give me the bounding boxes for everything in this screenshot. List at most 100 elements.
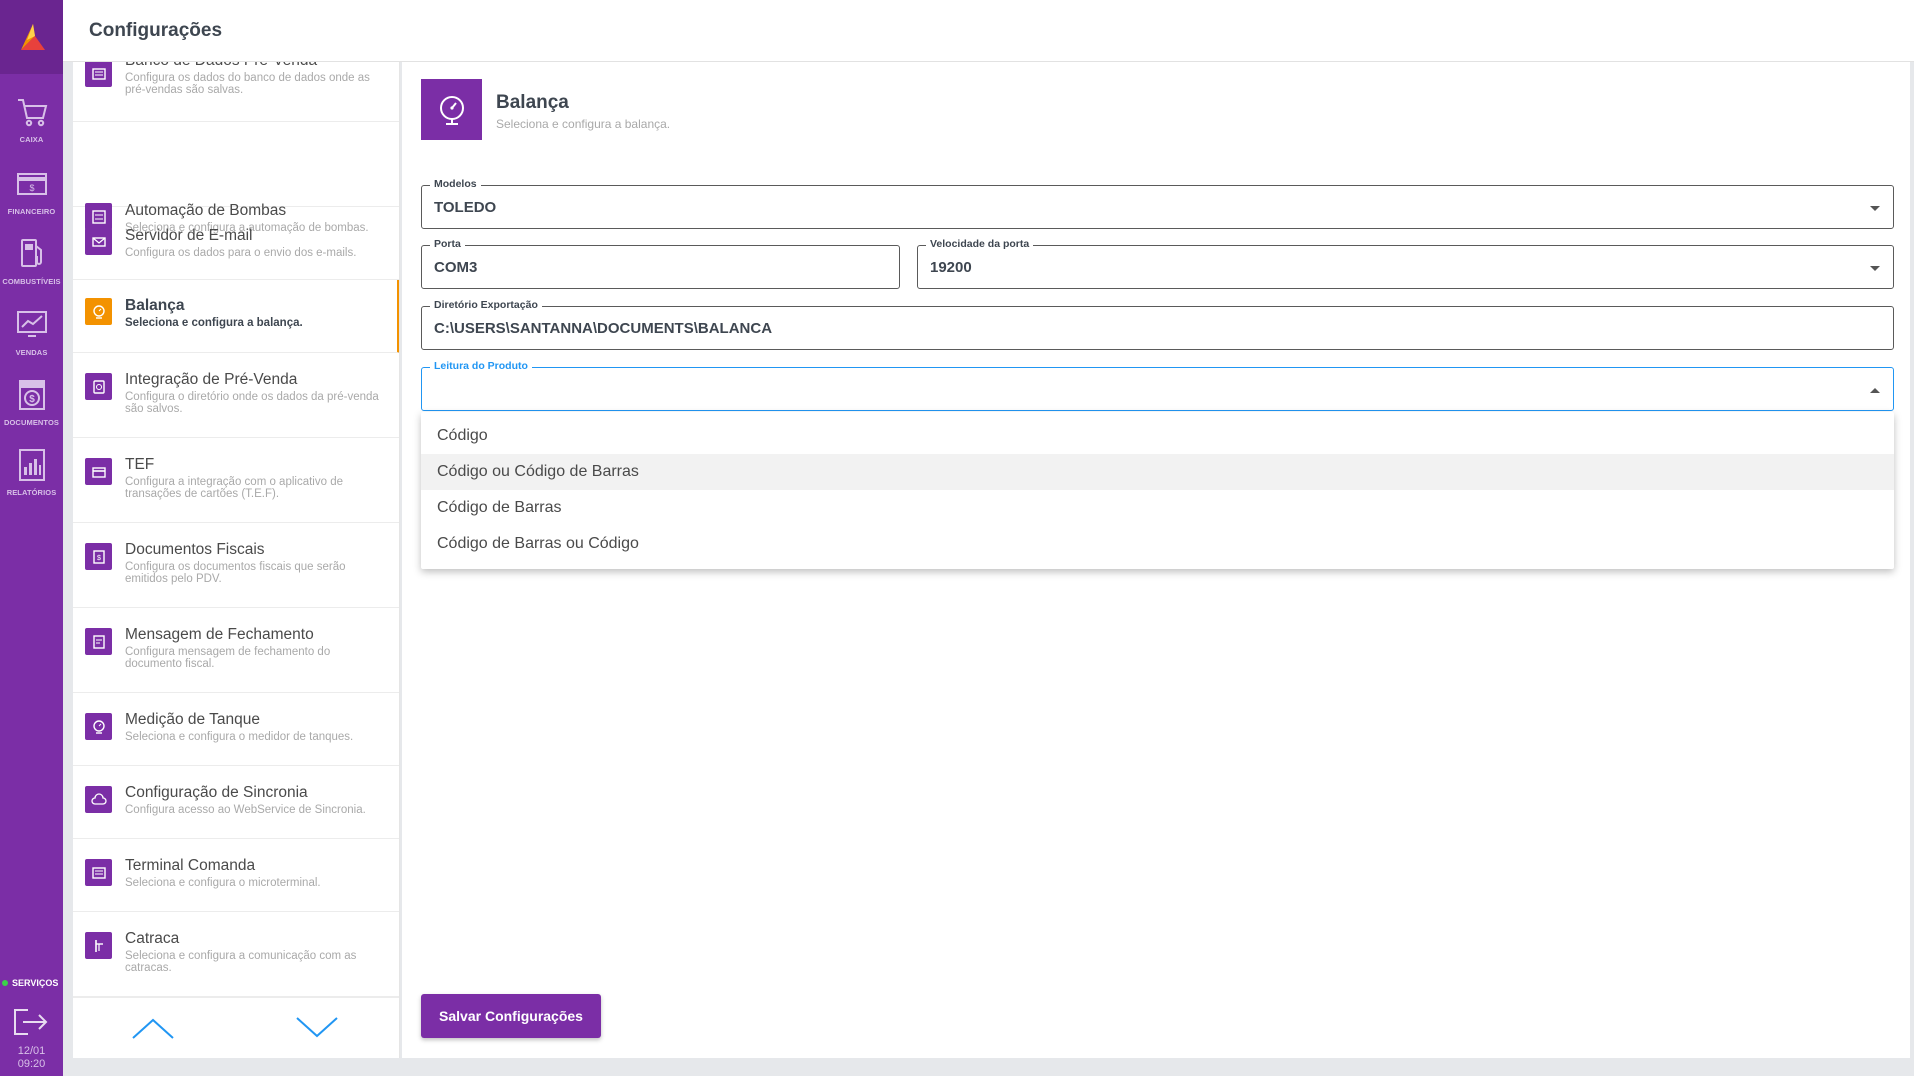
leitura-label: Leitura do Produto: [430, 360, 532, 372]
fiscal-document-icon: $: [85, 543, 112, 570]
dropdown-option[interactable]: Código ou Código de Barras: [421, 454, 1894, 490]
rail-item-documentos[interactable]: $ DOCUMENTOS: [0, 371, 63, 437]
leitura-produto-dropdown: Código Código ou Código de Barras Código…: [421, 412, 1894, 569]
sidebar-item-terminal-comanda[interactable]: Terminal Comanda Seleciona e configura o…: [73, 839, 399, 912]
terminal-icon: [85, 859, 112, 886]
sidebar-item-title: Mensagem de Fechamento: [125, 626, 314, 643]
sidebar-item-title: Servidor de E-mail: [125, 227, 253, 244]
tank-gauge-icon: [85, 713, 112, 740]
diretorio-exportacao-field[interactable]: Diretório Exportação C:\USERS\SANTANNA\D…: [421, 299, 1894, 350]
velocidade-label: Velocidade da porta: [926, 238, 1034, 250]
services-status[interactable]: SERVIÇOS: [2, 978, 58, 988]
porta-value: COM3: [434, 259, 478, 276]
sidebar-item-balanca[interactable]: Balança Seleciona e configura a balança.: [73, 280, 399, 353]
time-text: 09:20: [17, 1058, 46, 1070]
documents-icon: $: [18, 380, 45, 410]
email-icon: [85, 228, 112, 255]
page-title: Configurações: [89, 20, 223, 41]
leitura-produto-select[interactable]: Leitura do Produto: [421, 360, 1894, 411]
modelos-label: Modelos: [430, 178, 481, 190]
porta-field[interactable]: Porta COM3: [421, 238, 900, 289]
database-icon: [85, 62, 112, 87]
logo-icon: [20, 24, 45, 50]
sidebar-item-desc: Configura acesso ao WebService de Sincro…: [125, 804, 366, 816]
modelos-value: TOLEDO: [434, 199, 497, 216]
chevron-down-icon[interactable]: [295, 1016, 339, 1040]
app-logo[interactable]: [0, 0, 63, 74]
sidebar-item-medicao-tanque[interactable]: Medição de Tanque Seleciona e configura …: [73, 693, 399, 766]
sidebar-item-title: Terminal Comanda: [125, 857, 256, 874]
rail-item-label: FINANCEIRO: [7, 207, 56, 216]
message-document-icon: [85, 628, 112, 655]
diretorio-label: Diretório Exportação: [430, 299, 542, 311]
caret-down-icon: [1870, 206, 1880, 211]
cart-icon: [17, 99, 47, 127]
sidebar-item-mensagem-fechamento[interactable]: Mensagem de Fechamento Configura mensage…: [73, 608, 399, 693]
rail-item-label: RELATÓRIOS: [6, 488, 57, 497]
main-panel: Balança Seleciona e configura a balança.…: [402, 62, 1910, 1058]
section-title: Balança: [496, 92, 569, 113]
sidebar-item-title: Configuração de Sincronia: [125, 784, 308, 801]
sidebar-item-desc: Seleciona e configura a balança.: [125, 317, 303, 329]
porta-label: Porta: [430, 238, 465, 250]
rail-item-financeiro[interactable]: $ FINANCEIRO: [0, 160, 63, 226]
dropdown-option[interactable]: Código de Barras ou Código: [421, 526, 1894, 562]
top-bar: Configurações: [63, 0, 1914, 62]
dropdown-option[interactable]: Código de Barras: [421, 490, 1894, 526]
clock: 12/01 09:20: [0, 1045, 63, 1071]
velocidade-porta-select[interactable]: Velocidade da porta 19200: [917, 238, 1894, 289]
rail-item-label: VENDAS: [15, 348, 48, 357]
sidebar-scroll-controls: [73, 997, 399, 1058]
sidebar-item-desc: Configura mensagem de fechamento do docu…: [125, 646, 331, 670]
velocidade-value: 19200: [930, 259, 972, 276]
section-subtitle: Seleciona e configura a balança.: [496, 117, 671, 131]
svg-text:$: $: [29, 183, 34, 193]
sidebar-item-integracao-pre-venda[interactable]: Integração de Pré-Venda Configura o dire…: [73, 353, 399, 438]
reports-icon: [18, 449, 45, 481]
svg-text:$: $: [29, 394, 35, 405]
sidebar-item-automacao-bombas[interactable]: Automação de Bombas Seleciona e configur…: [73, 122, 399, 234]
sidebar-item-desc: Seleciona e configura o microterminal.: [125, 877, 321, 889]
sidebar-item-configuracao-sincronia[interactable]: Configuração de Sincronia Configura aces…: [73, 766, 399, 839]
sidebar-item-desc: Configura a integração com o aplicativo …: [125, 476, 343, 500]
card-icon: [85, 458, 112, 485]
sidebar-item-banco-dados-pre-venda[interactable]: Banco de Dados Pré-Venda Configura os da…: [73, 62, 399, 122]
sidebar-item-desc: Configura os dados do banco de dados ond…: [125, 72, 370, 96]
rail-item-combustiveis[interactable]: COMBUSTÍVEIS: [0, 230, 63, 296]
fuel-pump-icon: [20, 239, 42, 267]
dropdown-option[interactable]: Código: [421, 418, 1894, 454]
rail-item-label: CAIXA: [19, 135, 44, 144]
turnstile-icon: [85, 932, 112, 959]
sidebar-item-title: Balança: [125, 297, 185, 314]
sidebar-item-servidor-email[interactable]: Servidor de E-mail Configura os dados pa…: [73, 207, 399, 280]
sidebar-item-title: Banco de Dados Pré-Venda: [125, 62, 317, 70]
sidebar-item-documentos-fiscais[interactable]: $ Documentos Fiscais Configura os docume…: [73, 523, 399, 608]
sidebar-item-title: TEF: [125, 456, 155, 473]
sidebar-item-desc: Seleciona e configura a comunicação com …: [125, 950, 357, 974]
modelos-select[interactable]: Modelos TOLEDO: [421, 178, 1894, 229]
rail-item-vendas[interactable]: VENDAS: [0, 301, 63, 367]
sidebar-item-tef[interactable]: TEF Configura a integração com o aplicat…: [73, 438, 399, 523]
settings-sidebar: Banco de Dados Pré-Venda Configura os da…: [73, 62, 400, 1058]
money-icon: $: [16, 173, 47, 195]
sidebar-item-desc: Configura os documentos fiscais que serã…: [125, 561, 346, 585]
logout-icon[interactable]: [12, 1006, 50, 1038]
app-rail: CAIXA $ FINANCEIRO COMBUSTÍVEIS VENDAS $…: [0, 0, 63, 1076]
services-label: SERVIÇOS: [12, 978, 59, 988]
rail-item-caixa[interactable]: CAIXA: [0, 88, 63, 154]
section-scale-icon: [421, 79, 482, 140]
sidebar-item-catraca[interactable]: Catraca Seleciona e configura a comunica…: [73, 912, 399, 997]
caret-up-icon: [1870, 388, 1880, 393]
sidebar-item-desc: Seleciona e configura o medidor de tanqu…: [125, 731, 354, 743]
chevron-up-icon[interactable]: [131, 1016, 175, 1040]
date-text: 12/01: [17, 1045, 46, 1057]
sidebar-item-desc: Configura os dados para o envio dos e-ma…: [125, 247, 357, 259]
rail-item-relatorios[interactable]: RELATÓRIOS: [0, 441, 63, 507]
integration-icon: [85, 373, 112, 400]
save-settings-button[interactable]: Salvar Configurações: [421, 994, 601, 1038]
sidebar-item-title: Documentos Fiscais: [125, 541, 265, 558]
svg-text:$: $: [97, 555, 101, 562]
rail-item-label: DOCUMENTOS: [3, 418, 60, 427]
scale-icon: [85, 298, 112, 325]
rail-item-label: COMBUSTÍVEIS: [2, 277, 61, 286]
